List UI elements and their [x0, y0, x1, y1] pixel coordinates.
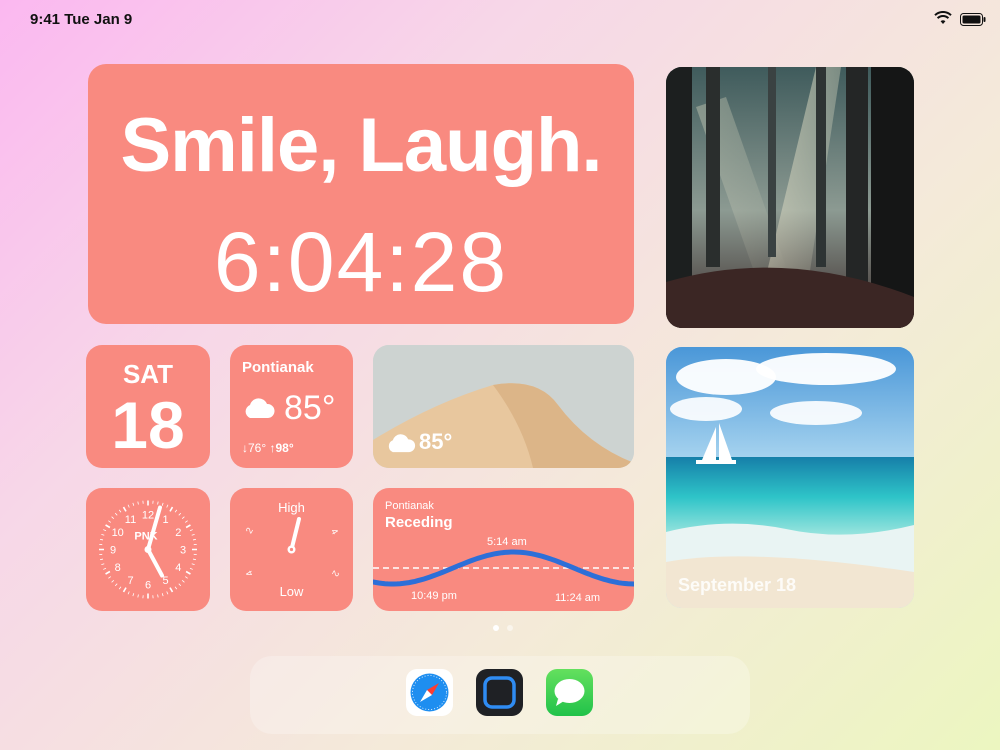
tide-dial-high: High: [278, 500, 305, 515]
weather-widget[interactable]: Pontianak 85° ↓76° ↑98°: [230, 345, 353, 468]
messages-icon[interactable]: [546, 669, 593, 716]
safari-icon[interactable]: [406, 669, 453, 716]
clock-numeral: 9: [110, 545, 116, 557]
svg-text:4: 4: [329, 527, 340, 536]
clock-numeral: 3: [180, 545, 186, 557]
clock-numeral: 1: [162, 514, 168, 526]
calendar-widget[interactable]: SAT 18: [86, 345, 210, 468]
clock-numeral: 10: [112, 527, 124, 539]
clock-numeral: 2: [175, 527, 181, 539]
clock-numeral: 8: [115, 562, 121, 574]
quote-text: Smile, Laugh.: [120, 103, 602, 188]
tide-time-left: 10:49 pm: [411, 590, 457, 602]
status-time: 9:41 Tue Jan 9: [30, 11, 133, 28]
cloud-icon: [385, 433, 417, 458]
tide-time-right: 11:24 am: [555, 592, 601, 604]
tide-dial-widget[interactable]: High Low 4 2 4 2: [230, 488, 353, 611]
beach-photo-widget[interactable]: September 18: [666, 347, 914, 608]
page-dot-active[interactable]: [493, 625, 499, 631]
clock-numeral: 7: [127, 575, 133, 587]
battery-icon: [960, 13, 986, 31]
forest-photo-widget[interactable]: [666, 67, 914, 328]
frame-app-icon[interactable]: [476, 669, 523, 716]
tide-dial-low: Low: [280, 584, 304, 599]
sand-weather-widget[interactable]: 85°: [373, 345, 634, 468]
quote-clock-widget[interactable]: Smile, Laugh. 6:04:28: [88, 64, 634, 324]
tide-dial-face: High Low 4 2 4 2: [244, 500, 341, 599]
clock-numeral: 12: [142, 510, 154, 522]
clock-numeral: 6: [145, 580, 151, 592]
analog-clock-face: 12 1234567891011PNK: [99, 500, 197, 599]
calendar-weekday: SAT: [122, 359, 174, 389]
svg-text:4: 4: [244, 569, 255, 578]
calendar-day: 18: [111, 388, 185, 462]
cloud-icon: [242, 397, 276, 424]
tide-widget[interactable]: Pontianak Receding 5:14 am 10:49 pm 11:2…: [373, 488, 634, 611]
svg-text:2: 2: [330, 569, 341, 578]
weather-range: ↓76° ↑98°: [242, 441, 294, 455]
clock-numeral: 4: [175, 562, 181, 574]
weather-high: 98°: [275, 441, 294, 455]
wifi-icon: [934, 11, 952, 30]
page-dot[interactable]: [507, 625, 513, 631]
svg-text:2: 2: [244, 526, 255, 535]
weather-low: 76°: [248, 441, 267, 455]
clock-numeral: 11: [125, 514, 136, 526]
weather-city: Pontianak: [242, 359, 314, 376]
sand-weather-temp: 85°: [419, 429, 453, 454]
status-bar: 9:41 Tue Jan 9: [0, 0, 1000, 40]
photo-caption: September 18: [678, 575, 797, 595]
digital-clock: 6:04:28: [213, 215, 509, 309]
page-indicator[interactable]: [489, 618, 517, 636]
weather-temp: 85°: [284, 389, 336, 427]
analog-clock-widget[interactable]: 12 1 2 3 4 5 6 7 8 9 10 11 PNK: [86, 488, 210, 611]
